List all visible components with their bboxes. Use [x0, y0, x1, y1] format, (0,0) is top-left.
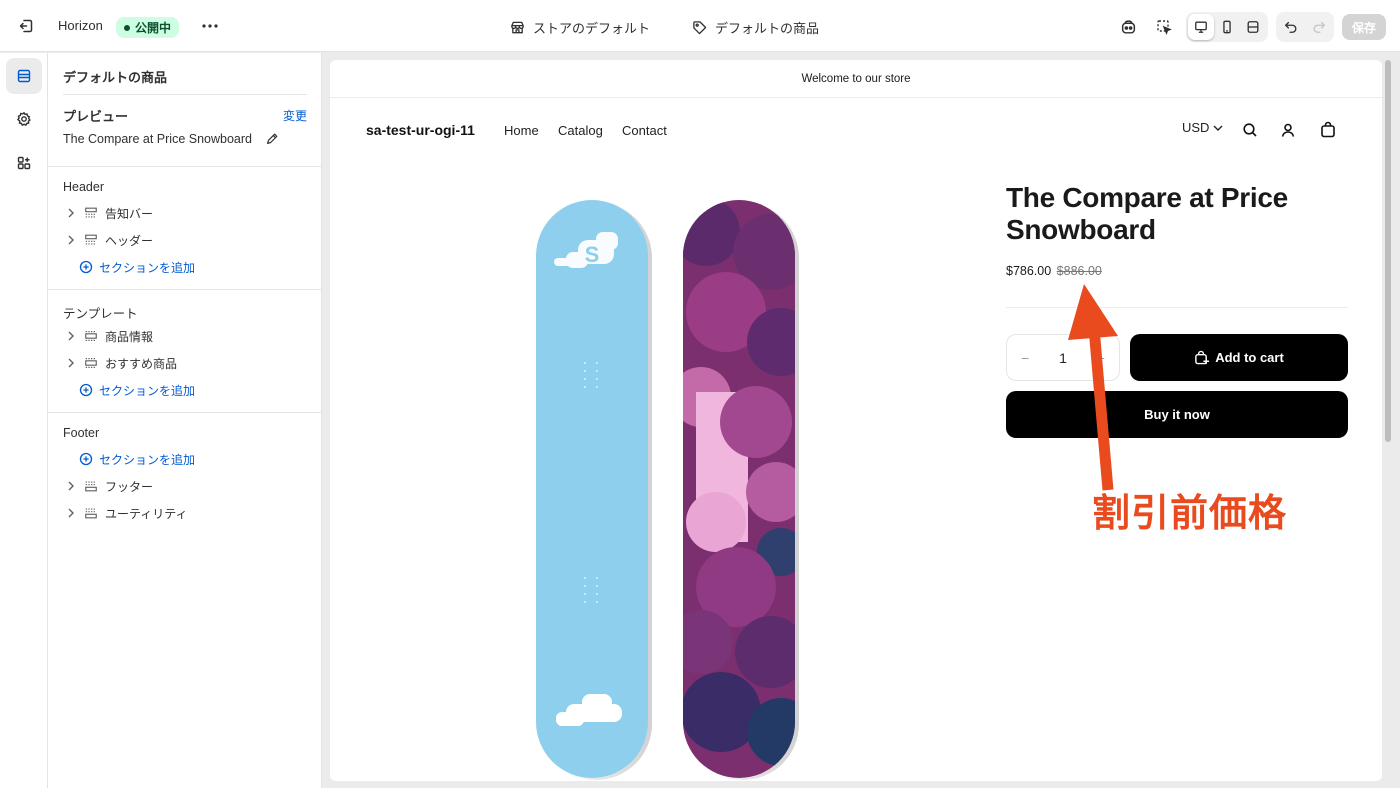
add-section-template[interactable]: セクションを追加 [79, 379, 195, 401]
store-template-label: ストアのデフォルト [533, 21, 651, 36]
annotation-label: 割引前価格 [1092, 493, 1288, 535]
product-price: $786.00 $886.00 [1006, 264, 1102, 278]
chevron-right-icon[interactable] [63, 481, 79, 491]
undo-icon[interactable] [1277, 13, 1305, 41]
buy-now-button[interactable]: Buy it now [1006, 391, 1348, 438]
apps-icon[interactable] [6, 145, 42, 181]
announcement-bar[interactable]: Welcome to our store [330, 60, 1382, 98]
add-to-cart-button[interactable]: Add to cart [1130, 334, 1348, 381]
section-row-utility[interactable]: ユーティリティ [63, 502, 188, 524]
sale-price: $786.00 [1006, 264, 1052, 278]
section-label: フッター [105, 479, 154, 494]
save-button[interactable]: 保存 [1342, 14, 1386, 40]
plus-circle-icon [79, 452, 93, 466]
preview-scrollbar[interactable] [1385, 60, 1391, 442]
divider [1006, 307, 1348, 308]
chevron-right-icon[interactable] [63, 235, 79, 245]
nav-contact[interactable]: Contact [622, 123, 667, 138]
group-heading-header: Header [63, 180, 104, 194]
tag-icon [693, 21, 707, 35]
change-preview-link[interactable]: 変更 [283, 107, 307, 124]
template-section-icon [81, 356, 101, 370]
preview-label: プレビュー [63, 109, 129, 124]
nav-home[interactable]: Home [504, 123, 539, 138]
add-section-header[interactable]: セクションを追加 [79, 256, 195, 278]
editor-topbar: Horizon 公開中 ストアのデフォルト デフォルトの商品 保存 [0, 0, 1400, 52]
divider [48, 412, 322, 413]
compare-at-price: $886.00 [1056, 264, 1102, 278]
plus-circle-icon [79, 383, 93, 397]
add-section-footer[interactable]: セクションを追加 [79, 448, 195, 470]
chevron-right-icon[interactable] [63, 508, 79, 518]
editor-nav-rail [0, 53, 48, 788]
divider [48, 289, 322, 290]
cart-plus-icon [1195, 350, 1210, 365]
search-icon[interactable] [1242, 122, 1258, 138]
store-logo[interactable]: sa-test-ur-ogi-11 [366, 122, 475, 138]
edit-pencil-icon[interactable] [265, 132, 279, 151]
chevron-right-icon[interactable] [63, 358, 79, 368]
viewport-switcher [1186, 12, 1268, 42]
footer-section-icon [81, 479, 101, 493]
header-section-icon [81, 206, 101, 220]
mobile-view-icon[interactable] [1214, 14, 1240, 40]
sections-panel: デフォルトの商品 プレビュー 変更 The Compare at Price S… [48, 53, 322, 788]
store-preview: Welcome to our store sa-test-ur-ogi-11 H… [330, 60, 1382, 781]
desktop-view-icon[interactable] [1188, 14, 1214, 40]
fullscreen-view-icon[interactable] [1240, 14, 1266, 40]
divider [63, 94, 307, 95]
history-controls [1276, 12, 1334, 42]
chevron-down-icon [1213, 125, 1223, 131]
exit-icon[interactable] [12, 12, 40, 40]
store-template-selector[interactable]: ストアのデフォルト [510, 18, 650, 37]
section-row-recommended[interactable]: おすすめ商品 [63, 352, 177, 374]
ai-sidekick-icon[interactable] [1114, 13, 1142, 41]
product-template-selector[interactable]: デフォルトの商品 [692, 18, 819, 37]
section-row-announcement[interactable]: 告知バー [63, 202, 153, 224]
nav-catalog[interactable]: Catalog [558, 123, 603, 138]
group-heading-template: テンプレート [63, 307, 138, 321]
footer-section-icon [81, 506, 101, 520]
section-row-header[interactable]: ヘッダー [63, 229, 153, 251]
currency-label: USD [1182, 120, 1210, 135]
more-actions-icon[interactable] [196, 12, 224, 40]
sections-icon[interactable] [6, 58, 42, 94]
product-template-label: デフォルトの商品 [715, 21, 820, 36]
section-label: おすすめ商品 [105, 356, 178, 371]
section-row-footer[interactable]: フッター [63, 475, 153, 497]
template-section-icon [81, 329, 101, 343]
theme-settings-icon[interactable] [6, 101, 42, 137]
cart-icon[interactable] [1320, 121, 1336, 138]
annotation-arrow [1068, 284, 1118, 491]
section-label: 商品情報 [105, 329, 154, 344]
account-icon[interactable] [1280, 122, 1296, 138]
preview-product: The Compare at Price Snowboard [63, 132, 252, 146]
svg-text:S: S [585, 242, 600, 267]
group-heading-footer: Footer [63, 426, 100, 440]
snowboard-blue [536, 200, 648, 778]
product-title: The Compare at Price Snowboard [1006, 182, 1288, 245]
store-icon [511, 21, 524, 34]
currency-selector[interactable]: USD [1182, 120, 1223, 135]
plus-circle-icon [79, 260, 93, 274]
snowboard-purple [683, 200, 795, 778]
section-row-product-info[interactable]: 商品情報 [63, 325, 153, 347]
theme-name[interactable]: Horizon [58, 18, 103, 33]
panel-title: デフォルトの商品 [63, 70, 168, 85]
chevron-right-icon[interactable] [63, 331, 79, 341]
status-badge: 公開中 [116, 17, 180, 38]
section-label: ヘッダー [105, 233, 154, 248]
header-section-icon [81, 233, 101, 247]
minus-icon[interactable]: − [1021, 350, 1029, 366]
product-image[interactable]: S [526, 192, 816, 781]
inspector-icon[interactable] [1150, 13, 1178, 41]
chevron-right-icon[interactable] [63, 208, 79, 218]
section-label: 告知バー [105, 206, 154, 221]
section-label: ユーティリティ [105, 506, 188, 521]
divider [48, 166, 322, 167]
redo-icon[interactable] [1305, 13, 1333, 41]
